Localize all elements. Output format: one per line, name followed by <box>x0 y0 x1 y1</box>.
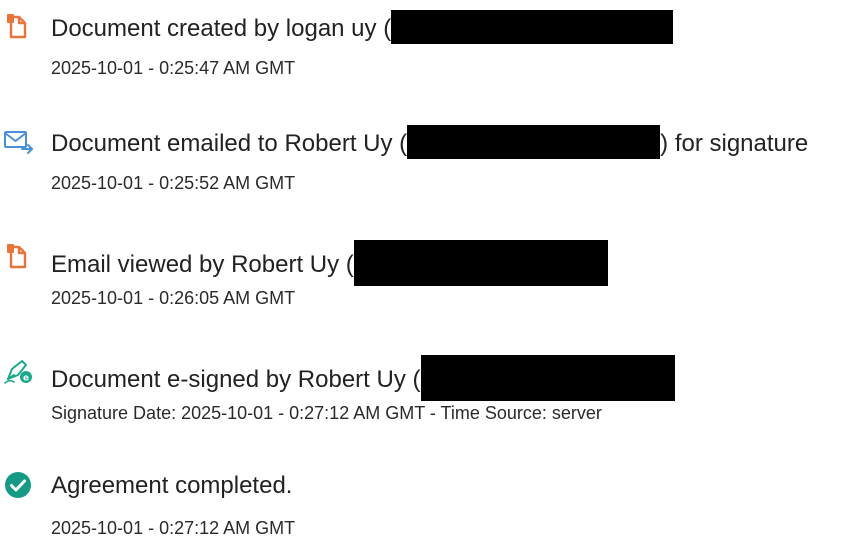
event-timestamp: 2025-10-01 - 0:26:05 AM GMT <box>51 288 296 308</box>
audit-event-created: Document created by logan uy ( 2025-10-0… <box>0 0 855 90</box>
audit-event-viewed: Email viewed by Robert Uy ( 2025-10-01 -… <box>0 230 855 320</box>
audit-event-emailed: Document emailed to Robert Uy () for sig… <box>0 115 855 205</box>
document-icon <box>2 240 34 272</box>
event-timestamp: 2025-10-01 - 0:25:52 AM GMT <box>51 173 296 193</box>
svg-text:e: e <box>23 374 29 384</box>
audit-event-esigned: e Document e-signed by Robert Uy ( Signa… <box>0 345 855 435</box>
redacted-email <box>420 355 675 401</box>
email-send-icon <box>2 125 34 157</box>
esign-pen-icon: e <box>2 355 34 387</box>
redacted-email <box>407 125 661 159</box>
check-circle-icon <box>2 470 34 502</box>
event-timestamp: 2025-10-01 - 0:27:12 AM GMT <box>51 518 296 538</box>
event-title: Agreement completed. <box>51 472 293 499</box>
audit-event-completed: Agreement completed. 2025-10-01 - 0:27:1… <box>0 460 855 550</box>
event-title: Document emailed to Robert Uy () for sig… <box>51 125 808 160</box>
redacted-email <box>353 240 608 286</box>
event-title: Document created by logan uy ( <box>51 10 674 45</box>
event-title: Document e-signed by Robert Uy ( <box>51 355 675 401</box>
event-title: Email viewed by Robert Uy ( <box>51 240 608 286</box>
redacted-email <box>391 10 674 44</box>
event-timestamp: Signature Date: 2025-10-01 - 0:27:12 AM … <box>51 403 602 423</box>
document-icon <box>2 10 34 42</box>
event-timestamp: 2025-10-01 - 0:25:47 AM GMT <box>51 58 296 78</box>
